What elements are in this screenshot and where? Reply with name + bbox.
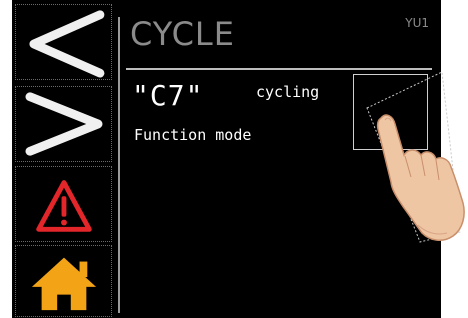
forward-button[interactable] (15, 86, 112, 162)
home-button[interactable] (15, 245, 112, 317)
chevron-right-icon (25, 92, 103, 156)
mode-description: Function mode (134, 126, 252, 144)
warning-triangle-icon (36, 180, 92, 232)
device-screen: CYCLE YU1 "C7" cycling Function mode (12, 0, 441, 318)
action-box-button[interactable] (353, 74, 428, 150)
home-icon (31, 257, 97, 311)
chevron-left-icon (29, 10, 105, 78)
vertical-divider (118, 17, 120, 313)
header-divider (126, 68, 432, 70)
mode-code: "C7" (132, 79, 204, 112)
back-button[interactable] (15, 4, 112, 80)
status-text: cycling (256, 83, 320, 101)
unit-code-label: YU1 (405, 16, 429, 30)
alarm-button[interactable] (15, 166, 112, 242)
page-title: CYCLE (130, 15, 235, 53)
